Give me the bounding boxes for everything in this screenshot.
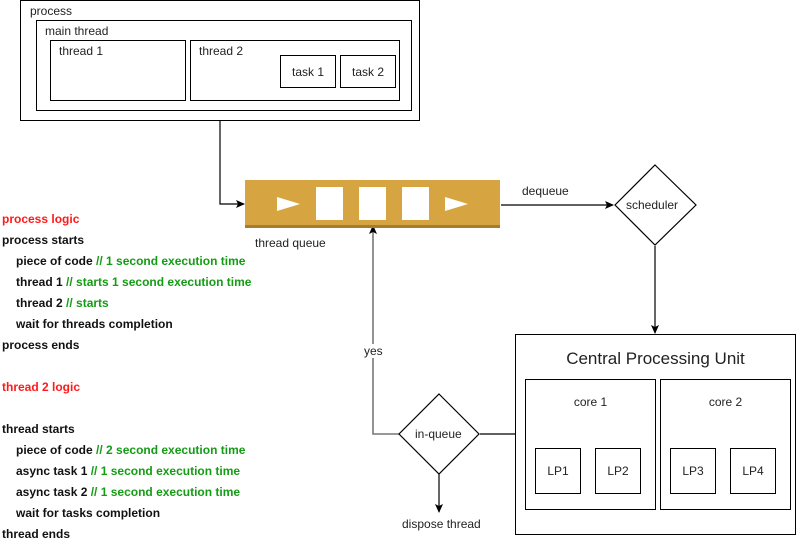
code-text: piece of code (16, 254, 97, 268)
code-line: piece of code // 2 second execution time (16, 443, 245, 457)
core2-box[interactable]: core 2 LP3 LP4 (660, 379, 791, 510)
core1-label: core 1 (573, 395, 608, 409)
lp4-label: LP4 (742, 464, 764, 478)
lp4-box[interactable]: LP4 (730, 448, 776, 494)
code-comment: // 1 second execution time (90, 485, 241, 499)
thread2-box[interactable]: thread 2 task 1 task 2 (190, 40, 400, 101)
thread2-label: thread 2 (199, 44, 244, 58)
dispose-thread-label: dispose thread (402, 517, 481, 531)
code-line: process starts (2, 233, 84, 247)
core1-box[interactable]: core 1 LP1 LP2 (525, 379, 656, 510)
lp1-label: LP1 (547, 464, 569, 478)
code-text: piece of code (16, 443, 97, 457)
code-text: thread 2 (16, 296, 67, 310)
queue-slot (316, 187, 343, 220)
lp2-box[interactable]: LP2 (595, 448, 641, 494)
process-logic-heading: process logic (2, 212, 80, 226)
lp2-label: LP2 (607, 464, 629, 478)
thread1-box[interactable]: thread 1 (50, 40, 186, 101)
thread-queue-label: thread queue (255, 236, 326, 250)
code-text: async task 1 (16, 464, 91, 478)
yes-label: yes (364, 344, 383, 358)
thread1-label: thread 1 (59, 44, 104, 58)
code-line: thread ends (2, 527, 70, 541)
code-line: thread 1 // starts 1 second execution ti… (16, 275, 251, 289)
dequeue-label: dequeue (522, 184, 569, 198)
code-comment: // starts 1 second execution time (66, 275, 252, 289)
thread2-logic-heading: thread 2 logic (2, 380, 81, 394)
main-thread-label: main thread (45, 24, 109, 38)
process-box[interactable]: process main thread thread 1 thread 2 ta… (20, 0, 420, 121)
scheduler-label: scheduler (626, 198, 679, 212)
main-thread-box[interactable]: main thread thread 1 thread 2 task 1 tas… (36, 20, 412, 111)
code-text: wait for threads completion (16, 317, 173, 331)
code-line: async task 1 // 1 second execution time (16, 464, 240, 478)
code-comment: // starts (66, 296, 109, 310)
code-line: wait for threads completion (16, 317, 173, 331)
lp3-box[interactable]: LP3 (670, 448, 716, 494)
edge-process-to-queue (219, 121, 245, 208)
lp1-box[interactable]: LP1 (535, 448, 581, 494)
core2-label: core 2 (708, 395, 743, 409)
code-text: async task 2 (16, 485, 91, 499)
task1-box[interactable]: task 1 (280, 55, 336, 88)
queue-slot (359, 187, 386, 220)
inqueue-label: in-queue (415, 427, 462, 441)
task1-label: task 1 (291, 64, 324, 79)
code-text: thread ends (2, 527, 71, 541)
thread-queue-bottom-edge (245, 225, 500, 228)
code-line: piece of code // 1 second execution time (16, 254, 245, 268)
cpu-box[interactable]: Central Processing Unit core 1 LP1 LP2 c… (515, 334, 796, 535)
code-text: thread 1 (16, 275, 67, 289)
task2-box[interactable]: task 2 (340, 55, 396, 88)
process-label: process (30, 4, 73, 18)
code-comment: // 2 second execution time (96, 443, 246, 457)
edge-yes (369, 225, 399, 435)
code-line: wait for tasks completion (16, 506, 160, 520)
lp3-label: LP3 (682, 464, 704, 478)
code-text: process starts (2, 233, 85, 247)
code-comment: // 1 second execution time (90, 464, 241, 478)
cpu-title: Central Processing Unit (566, 349, 745, 368)
code-text: process ends (2, 338, 80, 352)
code-text: thread starts (2, 422, 75, 436)
code-line: thread starts (2, 422, 75, 436)
code-comment: // 1 second execution time (96, 254, 246, 268)
code-line: thread 2 // starts (16, 296, 109, 310)
code-line: process ends (2, 338, 79, 352)
task2-label: task 2 (351, 64, 384, 79)
code-text: wait for tasks completion (16, 506, 161, 520)
code-line: async task 2 // 1 second execution time (16, 485, 240, 499)
queue-slot (402, 187, 429, 220)
